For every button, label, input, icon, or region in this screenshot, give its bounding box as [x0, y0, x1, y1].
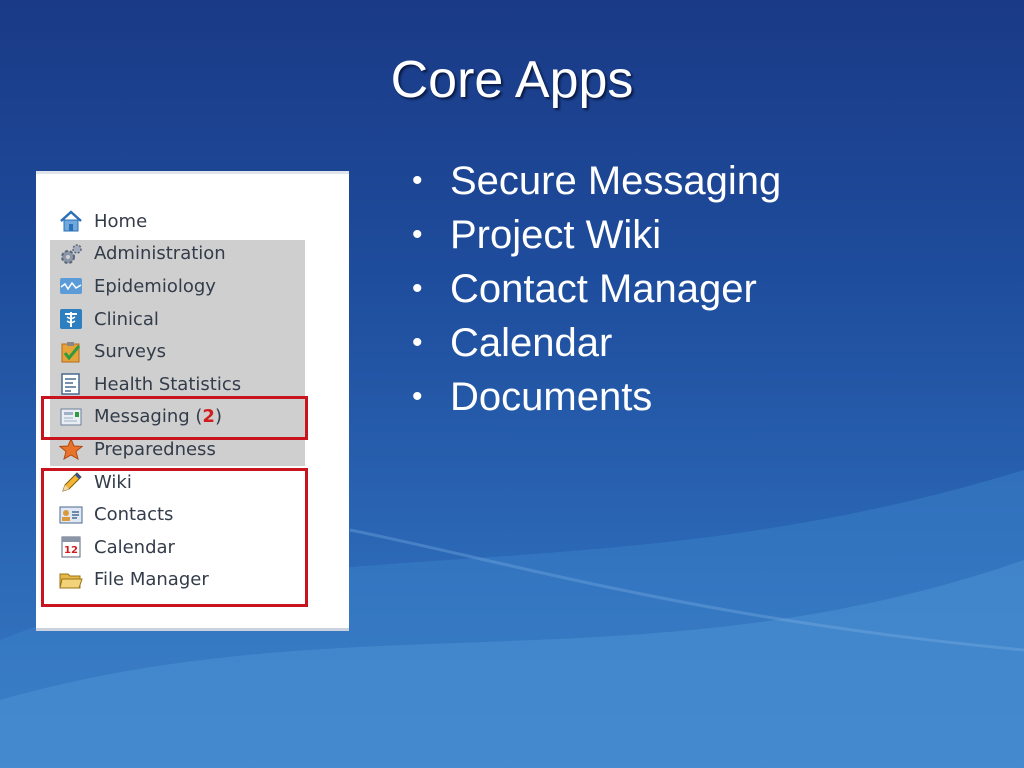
bullet-list: • Secure Messaging • Project Wiki • Contact…: [412, 154, 781, 424]
bullet-text: Contact Manager: [450, 267, 757, 311]
bullet-glyph: •: [412, 326, 423, 359]
messaging-highlight-box: [41, 396, 308, 440]
bullet-text: Secure Messaging: [450, 159, 782, 203]
bullet-glyph: •: [412, 164, 423, 197]
menu-item-label: Home: [94, 210, 148, 232]
menu-item-label: Epidemiology: [94, 275, 216, 297]
menu-item-epidemiology[interactable]: Epidemiology: [58, 270, 241, 303]
home-icon: [58, 210, 84, 232]
menu-item-label: Health Statistics: [94, 373, 242, 395]
menu-item-label: Administration: [94, 243, 226, 265]
bullet-item: • Project Wiki: [412, 208, 781, 262]
chart-wave-icon: [58, 275, 84, 297]
bullet-glyph: •: [412, 218, 423, 251]
bullet-glyph: •: [412, 272, 423, 305]
bullet-text: Documents: [450, 375, 653, 419]
bullet-text: Project Wiki: [450, 213, 662, 257]
bullet-glyph: •: [412, 380, 423, 413]
menu-item-label: Preparedness: [94, 438, 216, 460]
menu-item-surveys[interactable]: Surveys: [58, 335, 241, 368]
gears-icon: [58, 243, 84, 265]
menu-item-label: Clinical: [94, 308, 159, 330]
star-icon: [58, 438, 84, 461]
caduceus-icon: [58, 308, 84, 330]
document-list-icon: [58, 373, 84, 396]
slide-title: Core Apps: [390, 51, 634, 109]
bullet-item: • Contact Manager: [412, 262, 781, 316]
menu-item-administration[interactable]: Administration: [58, 238, 241, 271]
bullet-text: Calendar: [450, 321, 613, 365]
bullet-item: • Calendar: [412, 316, 781, 370]
core-apps-highlight-box: [41, 468, 308, 607]
clipboard-check-icon: [58, 341, 84, 363]
bullet-item: • Secure Messaging: [412, 154, 781, 208]
menu-item-clinical[interactable]: Clinical: [58, 303, 241, 336]
menu-item-label: Surveys: [94, 341, 166, 363]
menu-item-home[interactable]: Home: [58, 205, 241, 238]
bullet-item: • Documents: [412, 370, 781, 424]
